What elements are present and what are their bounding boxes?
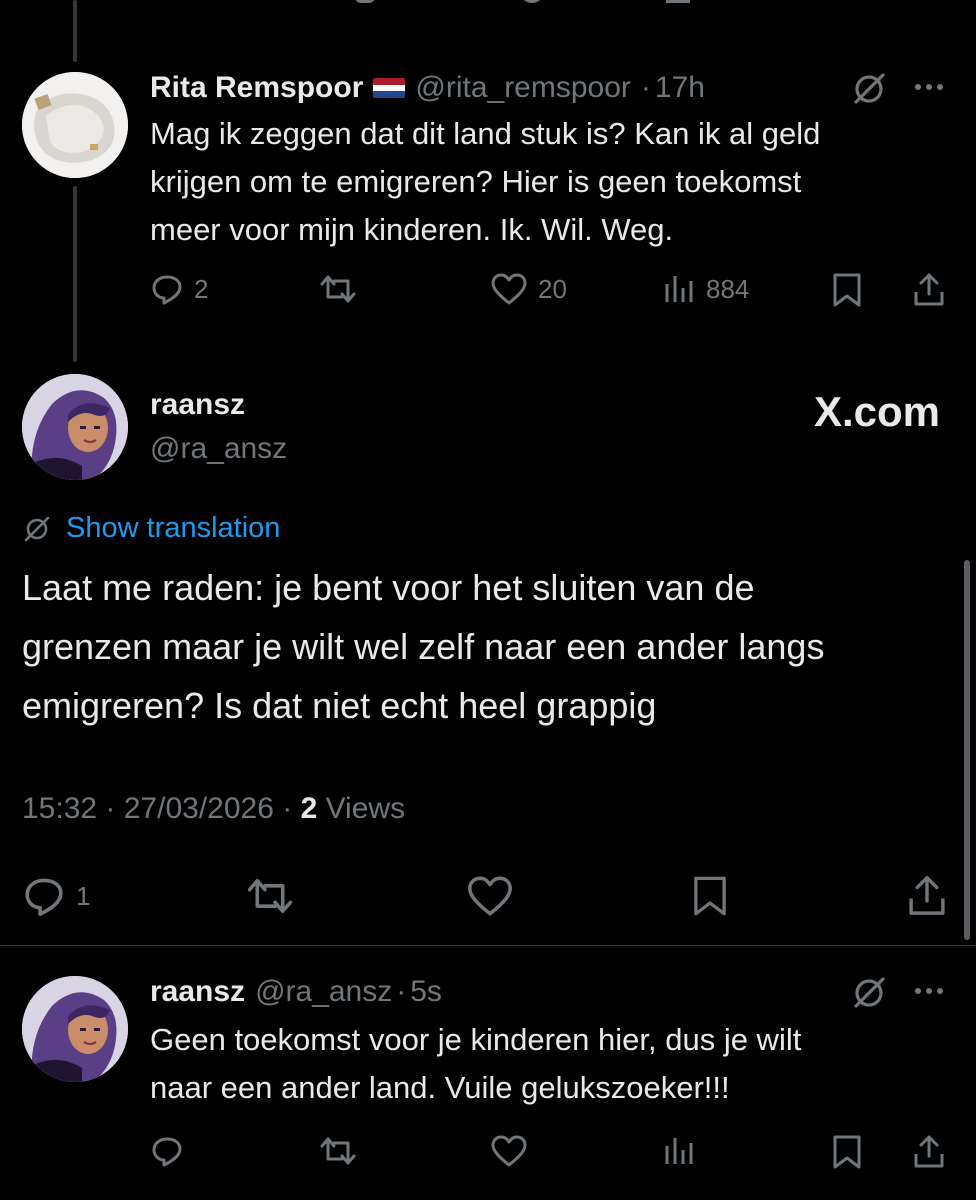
avatar-image — [22, 374, 128, 480]
author-name[interactable]: raansz — [150, 975, 245, 1009]
avatar-image — [22, 976, 128, 1082]
bookmark-button[interactable] — [830, 272, 864, 308]
post-text: Geen toekomst voor je kinderen hier, dus… — [150, 1022, 802, 1105]
author-name[interactable]: Rita Remspoor — [150, 71, 363, 105]
avatar-rita[interactable] — [22, 72, 128, 178]
views-button[interactable]: 884 — [662, 272, 749, 306]
views-label: Views — [325, 792, 406, 825]
xcom-watermark: X.com — [813, 388, 940, 435]
views-icon — [665, 276, 693, 302]
reply-count: 2 — [194, 273, 209, 304]
repost-icon — [320, 275, 356, 303]
reply-count: 1 — [76, 880, 91, 911]
bookmark-button[interactable] — [830, 1134, 864, 1170]
post-timestamp-row: 15:32 · 27/03/2026 · 2 Views — [22, 792, 405, 826]
views-button[interactable] — [662, 1134, 696, 1168]
views-count: 884 — [706, 273, 750, 304]
more-options-icon[interactable] — [915, 84, 943, 90]
cut-off-icon — [666, 0, 690, 3]
like-count: 20 — [538, 273, 567, 304]
cut-off-icon — [355, 0, 375, 3]
reply-button[interactable]: 2 — [150, 272, 208, 306]
translate-icon — [24, 516, 50, 541]
repost-button[interactable] — [316, 272, 360, 306]
show-translation-link[interactable]: Show translation — [22, 512, 280, 545]
share-icon — [914, 273, 944, 306]
avatar-image — [22, 72, 128, 178]
views-count: 2 — [300, 792, 318, 825]
avatar-raansz[interactable] — [22, 976, 128, 1082]
share-button[interactable] — [912, 1134, 946, 1170]
grok-icon[interactable] — [850, 974, 888, 1017]
thread-line — [73, 0, 77, 62]
post-text: Mag ik zeggen dat dit land stuk is? Kan … — [150, 116, 821, 247]
heart-icon — [491, 273, 527, 305]
reply-button[interactable] — [150, 1134, 184, 1168]
like-button[interactable]: 20 — [490, 272, 567, 306]
repost-button[interactable] — [242, 874, 298, 918]
reply-icon — [152, 1137, 182, 1167]
cut-off-icon — [520, 0, 544, 3]
author-name[interactable]: raansz — [150, 388, 245, 422]
share-icon — [909, 875, 945, 915]
divider — [0, 945, 976, 946]
bookmark-icon — [694, 876, 726, 916]
bookmark-icon — [833, 1135, 861, 1169]
heart-icon — [491, 1135, 527, 1167]
post-timestamp[interactable]: 15:32 · 27/03/2026 · — [22, 792, 292, 825]
thread-line — [73, 186, 77, 362]
post-header-reply: raansz @ra_ansz · 5s — [150, 972, 442, 1012]
like-button[interactable] — [490, 1134, 528, 1168]
author-handle[interactable]: @ra_ansz — [150, 432, 287, 466]
bookmark-icon — [833, 273, 861, 307]
more-options-icon[interactable] — [915, 988, 943, 994]
share-button[interactable] — [906, 874, 948, 918]
separator: · — [396, 975, 407, 1008]
views-icon — [665, 1138, 693, 1164]
reply-button[interactable]: 1 — [22, 874, 90, 918]
bookmark-button[interactable] — [690, 874, 730, 918]
reply-icon — [152, 275, 182, 305]
nl-flag-icon — [373, 78, 406, 98]
repost-icon — [320, 1137, 356, 1165]
like-button[interactable] — [466, 874, 514, 918]
share-button[interactable] — [912, 272, 946, 308]
reply-icon — [25, 878, 63, 916]
separator: · — [640, 71, 651, 104]
author-handle[interactable]: @rita_remspoor — [415, 71, 631, 105]
post-time[interactable]: 5s — [410, 975, 442, 1009]
heart-icon — [468, 876, 512, 916]
repost-icon — [247, 878, 293, 914]
author-handle[interactable]: @ra_ansz — [255, 975, 392, 1009]
post-time[interactable]: 17h — [655, 71, 705, 105]
share-icon — [914, 1135, 944, 1168]
repost-button[interactable] — [316, 1134, 360, 1168]
scrollbar[interactable] — [964, 560, 970, 940]
grok-icon[interactable] — [850, 70, 888, 113]
show-translation-label[interactable]: Show translation — [66, 512, 280, 545]
avatar-raansz[interactable] — [22, 374, 128, 480]
post-text: Laat me raden: je bent voor het sluiten … — [22, 567, 825, 726]
post-header-rita: Rita Remspoor @rita_remspoor · 17h — [150, 68, 705, 108]
cut-off-action-row — [150, 0, 940, 6]
